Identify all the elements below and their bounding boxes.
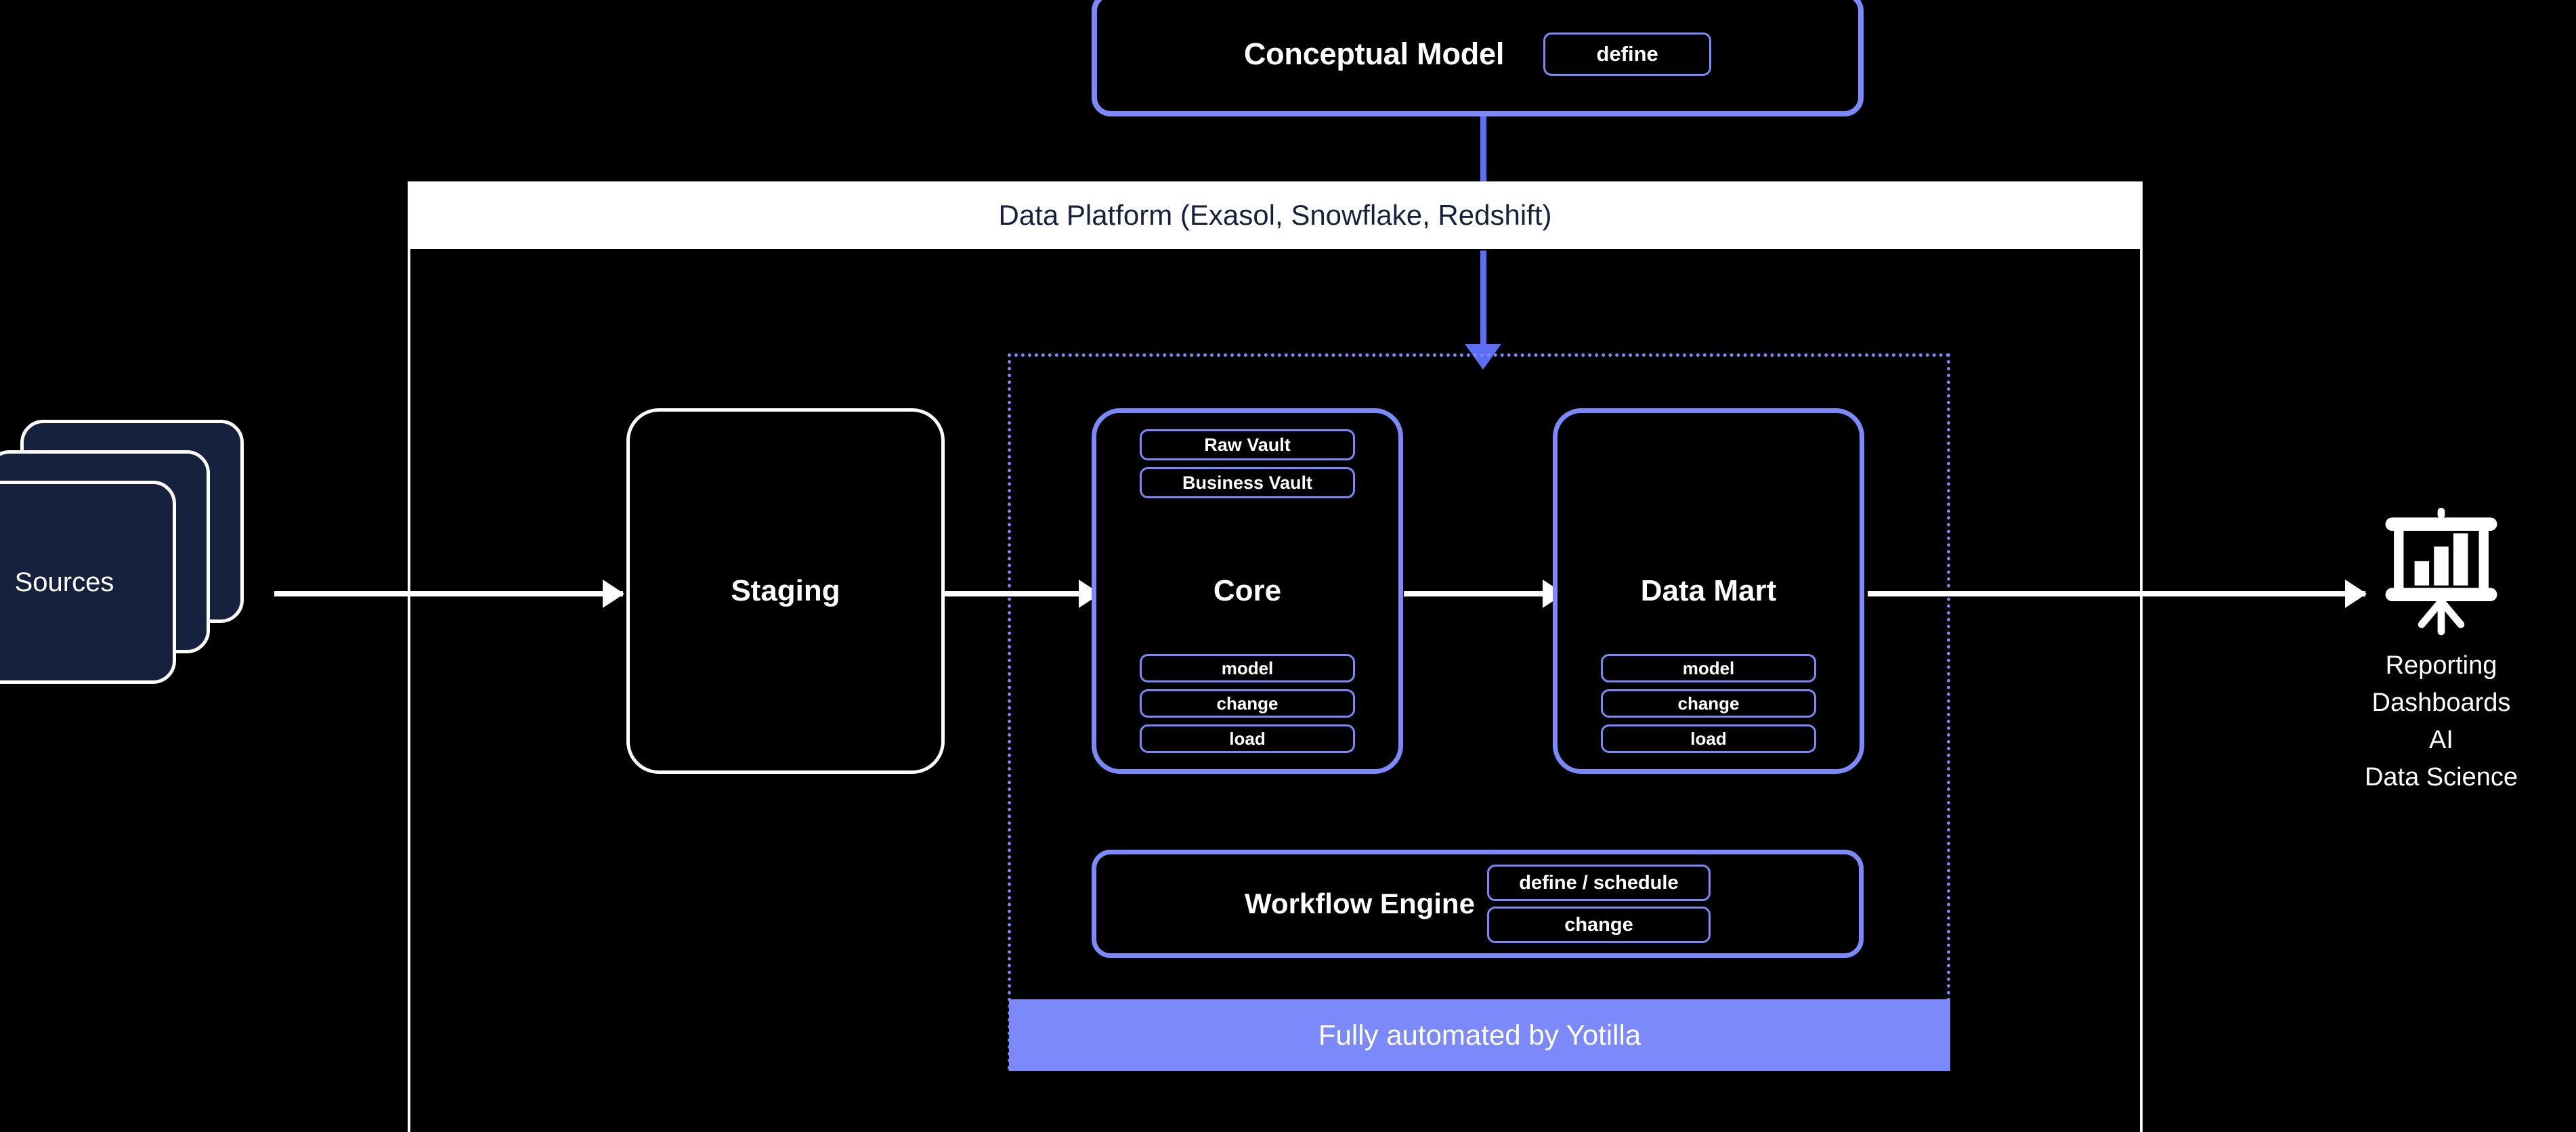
- arrow-data-mart-to-reporting: [1868, 580, 2367, 608]
- data-mart-title: Data Mart: [1640, 574, 1777, 607]
- workflow-engine-box: Workflow Engine define / schedule change: [1092, 850, 1864, 958]
- reporting-label-0: Reporting: [2385, 651, 2497, 680]
- conceptual-model-title: Conceptual Model: [1243, 37, 1505, 71]
- core-model-pill[interactable]: model: [1140, 654, 1355, 682]
- workflow-engine-title: Workflow Engine: [1245, 888, 1475, 919]
- data-mart-load-pill[interactable]: load: [1601, 724, 1816, 753]
- architecture-diagram: Conceptual Model define Data Platform (E…: [0, 0, 2576, 1132]
- core-op-pill-group: model change load: [1096, 654, 1398, 753]
- arrow-sources-to-staging: [274, 580, 624, 608]
- core-business-vault-pill[interactable]: Business Vault: [1140, 467, 1355, 498]
- data-mart-op-pill-group: model change load: [1558, 654, 1860, 753]
- data-mart-box: Data Mart model change load: [1553, 408, 1864, 774]
- arrow-staging-to-core: [940, 580, 1100, 608]
- reporting-label-2: AI: [2429, 726, 2453, 755]
- conceptual-model-connector-lower: [1480, 251, 1486, 351]
- reporting-label-1: Dashboards: [2371, 689, 2511, 718]
- staging-box: Staging: [626, 408, 945, 774]
- data-mart-change-pill[interactable]: change: [1601, 689, 1816, 718]
- core-title: Core: [1213, 574, 1282, 607]
- workflow-change-pill[interactable]: change: [1486, 907, 1711, 943]
- sources-label: Sources: [14, 567, 114, 597]
- sources-stack: Sources: [0, 420, 271, 697]
- conceptual-model-box: Conceptual Model define: [1092, 0, 1864, 116]
- reporting-label-3: Data Science: [2364, 763, 2518, 792]
- reporting-label-list: Reporting Dashboards AI Data Science: [2365, 647, 2518, 796]
- yotilla-automation-banner: Fully automated by Yotilla: [1009, 999, 1950, 1071]
- core-change-pill[interactable]: change: [1140, 689, 1355, 718]
- staging-label: Staging: [731, 574, 840, 607]
- core-box: Raw Vault Business Vault Core model chan…: [1092, 408, 1403, 774]
- workflow-engine-pill-group: define / schedule change: [1486, 865, 1711, 943]
- conceptual-model-connector-upper: [1480, 115, 1486, 190]
- workflow-define-schedule-pill[interactable]: define / schedule: [1486, 865, 1711, 901]
- conceptual-model-define-pill[interactable]: define: [1543, 32, 1712, 76]
- data-mart-model-pill[interactable]: model: [1601, 654, 1816, 682]
- arrow-core-to-data-mart: [1404, 580, 1564, 608]
- presentation-chart-icon: [2385, 508, 2497, 636]
- reporting-output-block: Reporting Dashboards AI Data Science: [2330, 508, 2553, 796]
- data-platform-header: Data Platform (Exasol, Snowflake, Redshi…: [408, 181, 2143, 249]
- core-raw-vault-pill[interactable]: Raw Vault: [1140, 429, 1355, 460]
- core-load-pill[interactable]: load: [1140, 724, 1355, 753]
- source-card-front: Sources: [0, 481, 176, 684]
- core-vault-pill-group: Raw Vault Business Vault: [1096, 429, 1398, 498]
